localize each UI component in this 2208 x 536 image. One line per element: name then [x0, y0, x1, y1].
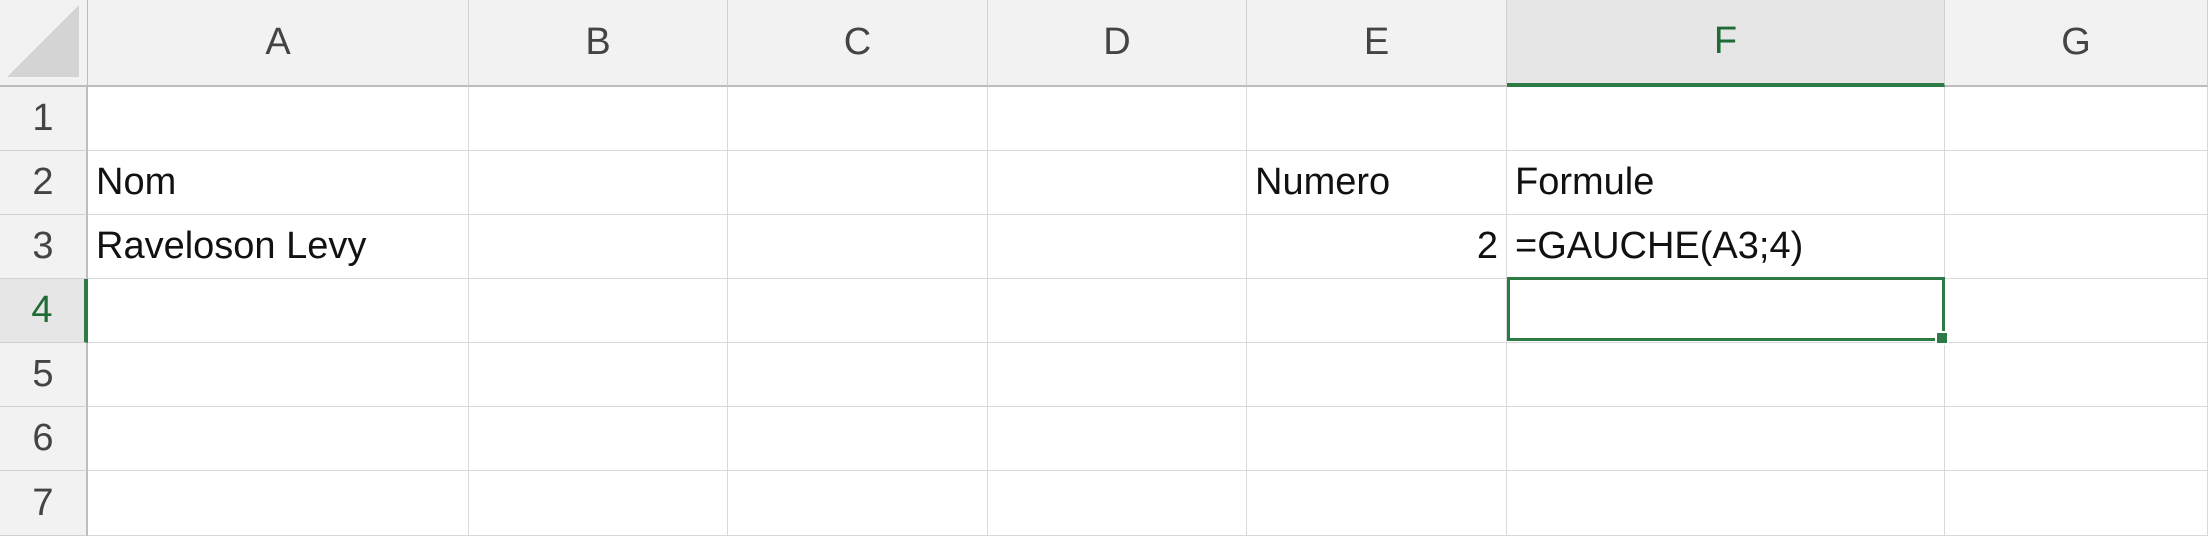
cell-b7[interactable] — [469, 471, 728, 536]
cell-f1[interactable] — [1507, 87, 1945, 151]
column-header-d[interactable]: D — [988, 0, 1247, 87]
cell-f2[interactable]: Formule — [1507, 151, 1945, 215]
cell-g6[interactable] — [1945, 407, 2208, 471]
cell-d5[interactable] — [988, 343, 1247, 407]
cell-a2[interactable]: Nom — [88, 151, 469, 215]
row-header-1[interactable]: 1 — [0, 87, 88, 151]
cell-d6[interactable] — [988, 407, 1247, 471]
cell-a6[interactable] — [88, 407, 469, 471]
cell-g1[interactable] — [1945, 87, 2208, 151]
row-header-3[interactable]: 3 — [0, 215, 88, 279]
cell-a5[interactable] — [88, 343, 469, 407]
cell-g4[interactable] — [1945, 279, 2208, 343]
column-header-b[interactable]: B — [469, 0, 728, 87]
cell-e3[interactable]: 2 — [1247, 215, 1507, 279]
cell-a1[interactable] — [88, 87, 469, 151]
cell-b3[interactable] — [469, 215, 728, 279]
select-all-button[interactable] — [0, 0, 88, 87]
cell-b1[interactable] — [469, 87, 728, 151]
cell-c4[interactable] — [728, 279, 988, 343]
cell-c7[interactable] — [728, 471, 988, 536]
cell-e6[interactable] — [1247, 407, 1507, 471]
cell-e1[interactable] — [1247, 87, 1507, 151]
cell-b2[interactable] — [469, 151, 728, 215]
column-header-f[interactable]: F — [1507, 0, 1945, 87]
cell-b5[interactable] — [469, 343, 728, 407]
cell-b6[interactable] — [469, 407, 728, 471]
cell-c2[interactable] — [728, 151, 988, 215]
cell-c6[interactable] — [728, 407, 988, 471]
cell-g2[interactable] — [1945, 151, 2208, 215]
row-header-7[interactable]: 7 — [0, 471, 88, 536]
cell-a3[interactable]: Raveloson Levy — [88, 215, 469, 279]
cell-d3[interactable] — [988, 215, 1247, 279]
select-all-icon — [7, 5, 79, 77]
cell-f5[interactable] — [1507, 343, 1945, 407]
cell-a7[interactable] — [88, 471, 469, 536]
cell-f6[interactable] — [1507, 407, 1945, 471]
row-header-2[interactable]: 2 — [0, 151, 88, 215]
cell-g5[interactable] — [1945, 343, 2208, 407]
column-header-e[interactable]: E — [1247, 0, 1507, 87]
cell-f3[interactable]: =GAUCHE(A3;4) — [1507, 215, 1945, 279]
cell-d4[interactable] — [988, 279, 1247, 343]
cell-e5[interactable] — [1247, 343, 1507, 407]
cell-c5[interactable] — [728, 343, 988, 407]
cell-g3[interactable] — [1945, 215, 2208, 279]
cell-d7[interactable] — [988, 471, 1247, 536]
row-header-6[interactable]: 6 — [0, 407, 88, 471]
column-header-g[interactable]: G — [1945, 0, 2208, 87]
cell-a4[interactable] — [88, 279, 469, 343]
cell-d2[interactable] — [988, 151, 1247, 215]
cell-g7[interactable] — [1945, 471, 2208, 536]
cell-c1[interactable] — [728, 87, 988, 151]
cell-f4[interactable] — [1507, 279, 1945, 343]
cell-f7[interactable] — [1507, 471, 1945, 536]
column-header-a[interactable]: A — [88, 0, 469, 87]
column-header-c[interactable]: C — [728, 0, 988, 87]
row-header-5[interactable]: 5 — [0, 343, 88, 407]
cell-e2[interactable]: Numero — [1247, 151, 1507, 215]
spreadsheet: A B C D E F G 1 2 Nom Numero Formule 3 R… — [0, 0, 2208, 536]
row-header-4[interactable]: 4 — [0, 279, 88, 343]
spreadsheet-grid: A B C D E F G 1 2 Nom Numero Formule 3 R… — [0, 0, 2208, 536]
cell-c3[interactable] — [728, 215, 988, 279]
cell-d1[interactable] — [988, 87, 1247, 151]
cell-e4[interactable] — [1247, 279, 1507, 343]
cell-b4[interactable] — [469, 279, 728, 343]
cell-e7[interactable] — [1247, 471, 1507, 536]
